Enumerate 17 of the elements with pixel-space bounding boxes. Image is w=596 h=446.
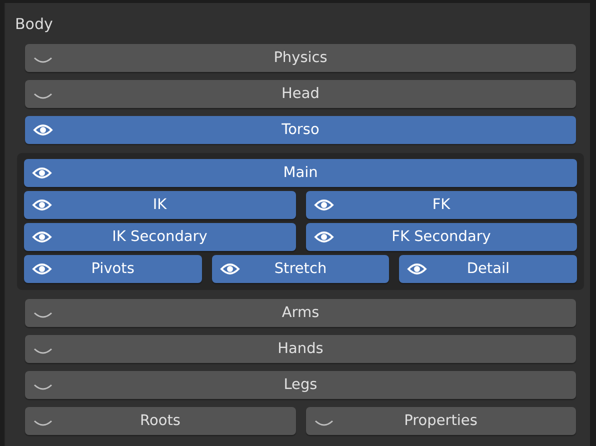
visibility-toggle-button[interactable]: Head [25,80,576,108]
panel-title: Body [15,14,54,34]
visibility-toggle-button[interactable]: Detail [399,255,578,283]
visibility-toggle-button[interactable]: FK Secondary [306,223,577,251]
visibility-toggle-button[interactable]: Hands [25,335,576,363]
visibility-toggle-button[interactable]: Properties [306,407,576,435]
visibility-toggle-button[interactable]: IK [24,191,296,219]
visibility-toggle-button[interactable]: Roots [25,407,296,435]
visibility-toggle-button[interactable]: FK [306,191,577,219]
visibility-toggle-button[interactable]: Torso [25,116,576,144]
visibility-toggle-button[interactable]: Stretch [212,255,390,283]
visibility-toggle-button[interactable]: Main [24,159,577,187]
visibility-toggle-button[interactable]: Legs [25,371,576,399]
visibility-toggle-button[interactable]: Pivots [24,255,202,283]
visibility-toggle-button[interactable]: Physics [25,44,576,72]
visibility-toggle-button[interactable]: Arms [25,299,576,327]
visibility-toggle-button[interactable]: IK Secondary [24,223,296,251]
